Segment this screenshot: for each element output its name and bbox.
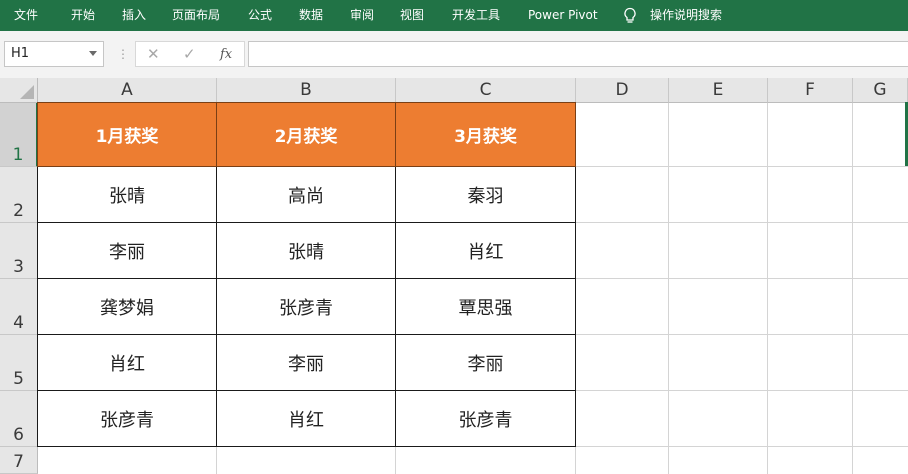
table-cell[interactable]: 张彦青 [396,391,576,447]
table-cell[interactable]: 秦羽 [396,167,576,223]
header-cell-a1[interactable]: 1月获奖 [37,102,217,167]
column-header-a[interactable]: A [38,78,217,103]
gridline [668,103,669,474]
column-header-f[interactable]: F [768,78,853,103]
column-header-e[interactable]: E [669,78,768,103]
row-header-3[interactable]: 3 [0,223,38,279]
insert-function-icon[interactable]: fx [220,46,232,64]
lightbulb-icon[interactable] [622,7,638,25]
row-header-5[interactable]: 5 [0,335,38,391]
row-header-1[interactable]: 1 [0,103,38,167]
formula-tools: ✕ ✓ fx [135,41,245,67]
gridline [395,447,396,474]
tab-file[interactable]: 文件 [14,0,38,31]
row-header-7[interactable]: 7 [0,447,38,474]
tab-power-pivot[interactable]: Power Pivot [528,0,598,31]
table-cell[interactable]: 张彦青 [217,279,396,335]
select-all-icon [20,85,34,99]
table-cell[interactable]: 高尚 [217,167,396,223]
gridline [216,447,217,474]
column-header-b[interactable]: B [217,78,396,103]
row-header-4[interactable]: 4 [0,279,38,335]
table-cell[interactable]: 张晴 [37,167,217,223]
tell-me-search[interactable]: 操作说明搜索 [650,0,722,31]
tab-home[interactable]: 开始 [71,0,95,31]
header-cell-c1[interactable]: 3月获奖 [396,102,576,167]
table-cell[interactable]: 李丽 [37,223,217,279]
tab-review[interactable]: 审阅 [350,0,374,31]
chevron-down-icon[interactable] [89,51,97,56]
gridline [575,447,576,474]
tab-view[interactable]: 视图 [400,0,424,31]
spreadsheet-grid: A B C D E F G 1 2 3 4 5 6 7 1月获奖 2月获奖 3月… [0,78,908,474]
tab-formulas[interactable]: 公式 [248,0,272,31]
table-cell[interactable]: 覃思强 [396,279,576,335]
table-cell[interactable]: 张彦青 [37,391,217,447]
tab-data[interactable]: 数据 [299,0,323,31]
row-header-2[interactable]: 2 [0,167,38,223]
table-cell[interactable]: 肖红 [396,223,576,279]
table-cell[interactable]: 李丽 [217,335,396,391]
column-header-g[interactable]: G [853,78,908,103]
tab-developer[interactable]: 开发工具 [452,0,500,31]
header-cell-b1[interactable]: 2月获奖 [217,102,396,167]
vertical-dots-icon: ⋮ [117,47,129,61]
column-header-c[interactable]: C [396,78,576,103]
table-cell[interactable]: 龚梦娟 [37,279,217,335]
ribbon-tab-bar: 文件 开始 插入 页面布局 公式 数据 审阅 视图 开发工具 Power Piv… [0,0,908,31]
formula-bar: H1 ⋮ ✕ ✓ fx [0,31,908,78]
select-all-button[interactable] [0,78,38,103]
formula-input[interactable] [248,41,908,67]
table-cell[interactable]: 张晴 [217,223,396,279]
tab-page-layout[interactable]: 页面布局 [172,0,220,31]
table-cell[interactable]: 肖红 [217,391,396,447]
gridline [852,103,853,474]
row-header-6[interactable]: 6 [0,391,38,447]
tab-insert[interactable]: 插入 [122,0,146,31]
enter-check-icon[interactable]: ✓ [183,45,196,63]
gridline [767,103,768,474]
table-cell[interactable]: 李丽 [396,335,576,391]
table-cell[interactable]: 肖红 [37,335,217,391]
column-header-d[interactable]: D [576,78,669,103]
cancel-icon[interactable]: ✕ [147,45,160,63]
